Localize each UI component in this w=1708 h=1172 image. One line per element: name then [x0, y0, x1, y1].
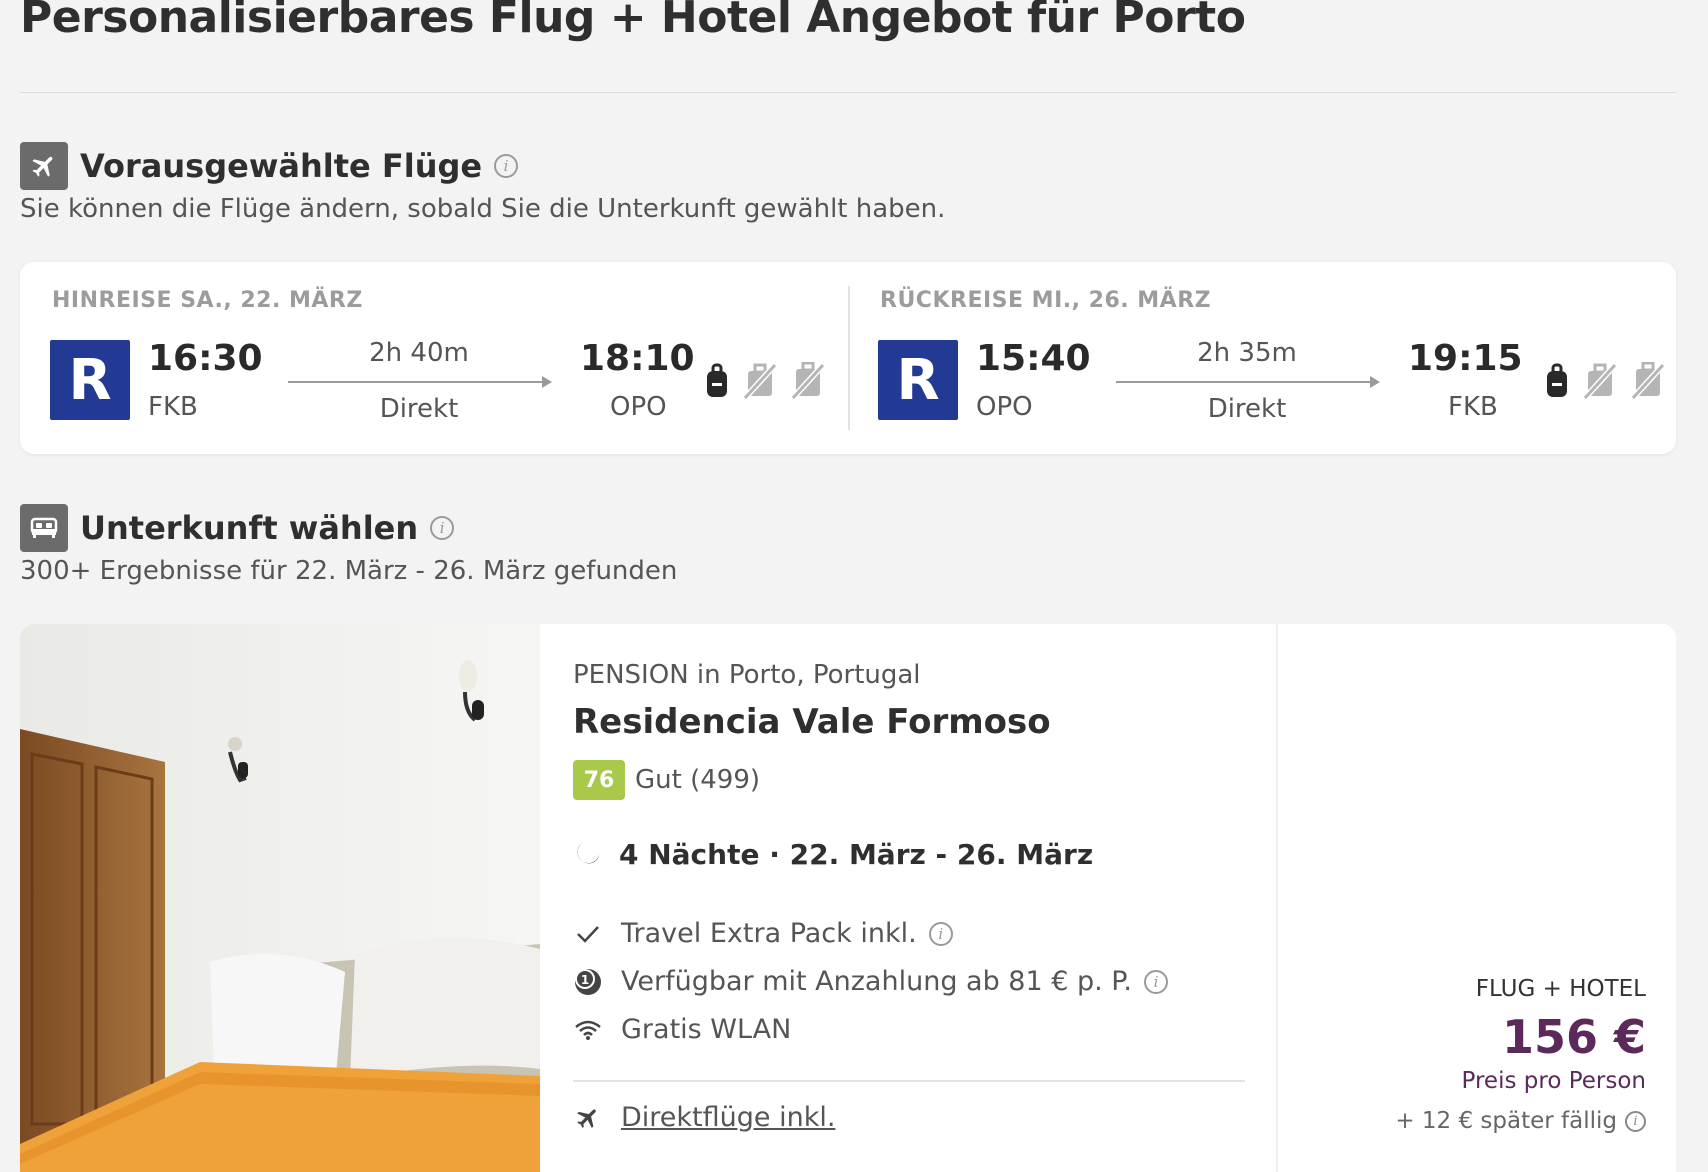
- direct-flights-row[interactable]: Direktflüge inkl.: [573, 1102, 835, 1133]
- info-icon[interactable]: i: [1143, 969, 1168, 994]
- bed-icon: [20, 504, 68, 552]
- feature-wifi: Gratis WLAN: [573, 1014, 791, 1045]
- accommodation-section-title: Unterkunft wählen: [80, 509, 419, 547]
- price-panel[interactable]: FLUG + HOTEL 156 € Preis pro Person + 12…: [1276, 624, 1676, 1172]
- flight-stops: Direkt: [379, 394, 459, 424]
- info-icon[interactable]: i: [1625, 1110, 1646, 1132]
- nights-text: 4 Nächte · 22. März - 26. März: [619, 838, 1094, 871]
- arrival-airport: FKB: [1448, 392, 1498, 422]
- route-arrow: [288, 376, 552, 388]
- departure-time: 16:30: [148, 338, 263, 379]
- airplane-icon: [573, 1103, 603, 1133]
- backpack-icon: [704, 363, 730, 403]
- price-value: 156 €: [1501, 1010, 1646, 1064]
- rating-text: Gut (499): [635, 765, 760, 795]
- flight-duration: 2h 40m: [369, 338, 469, 368]
- no-cabin-bag-icon: [1582, 362, 1618, 404]
- hotel-name[interactable]: Residencia Vale Formoso: [573, 702, 1051, 742]
- price-later-row: + 12 € später fällig i: [1395, 1108, 1646, 1134]
- departure-airport: OPO: [976, 392, 1033, 422]
- feature-text: Verfügbar mit Anzahlung ab 81 € p. P.: [621, 966, 1132, 997]
- check-icon: [573, 919, 603, 949]
- outbound-leg-label: HINREISE SA., 22. MÄRZ: [52, 288, 363, 313]
- no-cabin-bag-icon: [742, 362, 778, 404]
- flights-section-subtitle: Sie können die Flüge ändern, sobald Sie …: [20, 194, 946, 224]
- feature-deposit: 1 Verfügbar mit Anzahlung ab 81 € p. P. …: [573, 966, 1168, 997]
- info-icon[interactable]: i: [928, 921, 953, 946]
- feature-text: Gratis WLAN: [621, 1014, 792, 1045]
- wifi-icon: [573, 1015, 603, 1045]
- svg-text:1: 1: [581, 973, 589, 987]
- flight-duration: 2h 35m: [1197, 338, 1297, 368]
- backpack-icon: [1544, 363, 1570, 403]
- info-icon[interactable]: i: [430, 516, 455, 540]
- hotel-type: PENSION in Porto, Portugal: [573, 660, 921, 690]
- airline-logo: R: [50, 340, 130, 420]
- flights-section-title: Vorausgewählte Flüge: [80, 147, 483, 185]
- price-later-text: + 12 € später fällig: [1395, 1108, 1617, 1134]
- hotel-card[interactable]: PENSION in Porto, Portugal Residencia Va…: [20, 624, 1676, 1172]
- departure-airport: FKB: [148, 392, 198, 422]
- price-label: FLUG + HOTEL: [1475, 976, 1646, 1002]
- baggage-icons: [704, 361, 826, 404]
- airline-logo: R: [878, 340, 958, 420]
- moon-icon: [573, 839, 601, 871]
- price-per-person: Preis pro Person: [1461, 1068, 1646, 1094]
- page-title: Personalisierbares Flug + Hotel Angebot …: [20, 0, 1246, 43]
- flights-section-header: Vorausgewählte Flüge i: [20, 142, 519, 190]
- title-divider: [20, 92, 1676, 93]
- direct-flights-link[interactable]: Direktflüge inkl.: [621, 1102, 835, 1133]
- baggage-icons: [1544, 361, 1666, 404]
- feature-travel-extra: Travel Extra Pack inkl. i: [573, 918, 953, 949]
- outbound-leg[interactable]: HINREISE SA., 22. MÄRZ R 16:30 FKB 2h 40…: [50, 262, 832, 454]
- legs-divider: [848, 286, 850, 430]
- info-icon[interactable]: i: [494, 154, 519, 178]
- rating-badge: 76: [573, 760, 625, 800]
- arrival-airport: OPO: [610, 392, 667, 422]
- flights-card[interactable]: HINREISE SA., 22. MÄRZ R 16:30 FKB 2h 40…: [20, 262, 1676, 454]
- accommodation-section-subtitle: 300+ Ergebnisse für 22. März - 26. März …: [20, 556, 678, 586]
- return-leg-label: RÜCKREISE MI., 26. MÄRZ: [880, 288, 1212, 313]
- deposit-icon: 1: [573, 967, 603, 997]
- return-leg[interactable]: RÜCKREISE MI., 26. MÄRZ R 15:40 OPO 2h 3…: [878, 262, 1666, 454]
- arrival-time: 18:10: [580, 338, 695, 379]
- feature-text: Travel Extra Pack inkl.: [621, 918, 917, 949]
- nights-row: 4 Nächte · 22. März - 26. März: [573, 838, 1093, 871]
- arrival-time: 19:15: [1408, 338, 1523, 379]
- no-checked-bag-icon: [1630, 361, 1666, 404]
- hotel-divider: [573, 1080, 1245, 1082]
- airplane-icon: [20, 142, 68, 190]
- route-arrow: [1116, 376, 1380, 388]
- no-checked-bag-icon: [790, 361, 826, 404]
- departure-time: 15:40: [976, 338, 1091, 379]
- accommodation-section-header: Unterkunft wählen i: [20, 504, 455, 552]
- flight-stops: Direkt: [1207, 394, 1287, 424]
- hotel-photo[interactable]: [20, 624, 540, 1172]
- rating-row: 76 Gut (499): [573, 760, 760, 800]
